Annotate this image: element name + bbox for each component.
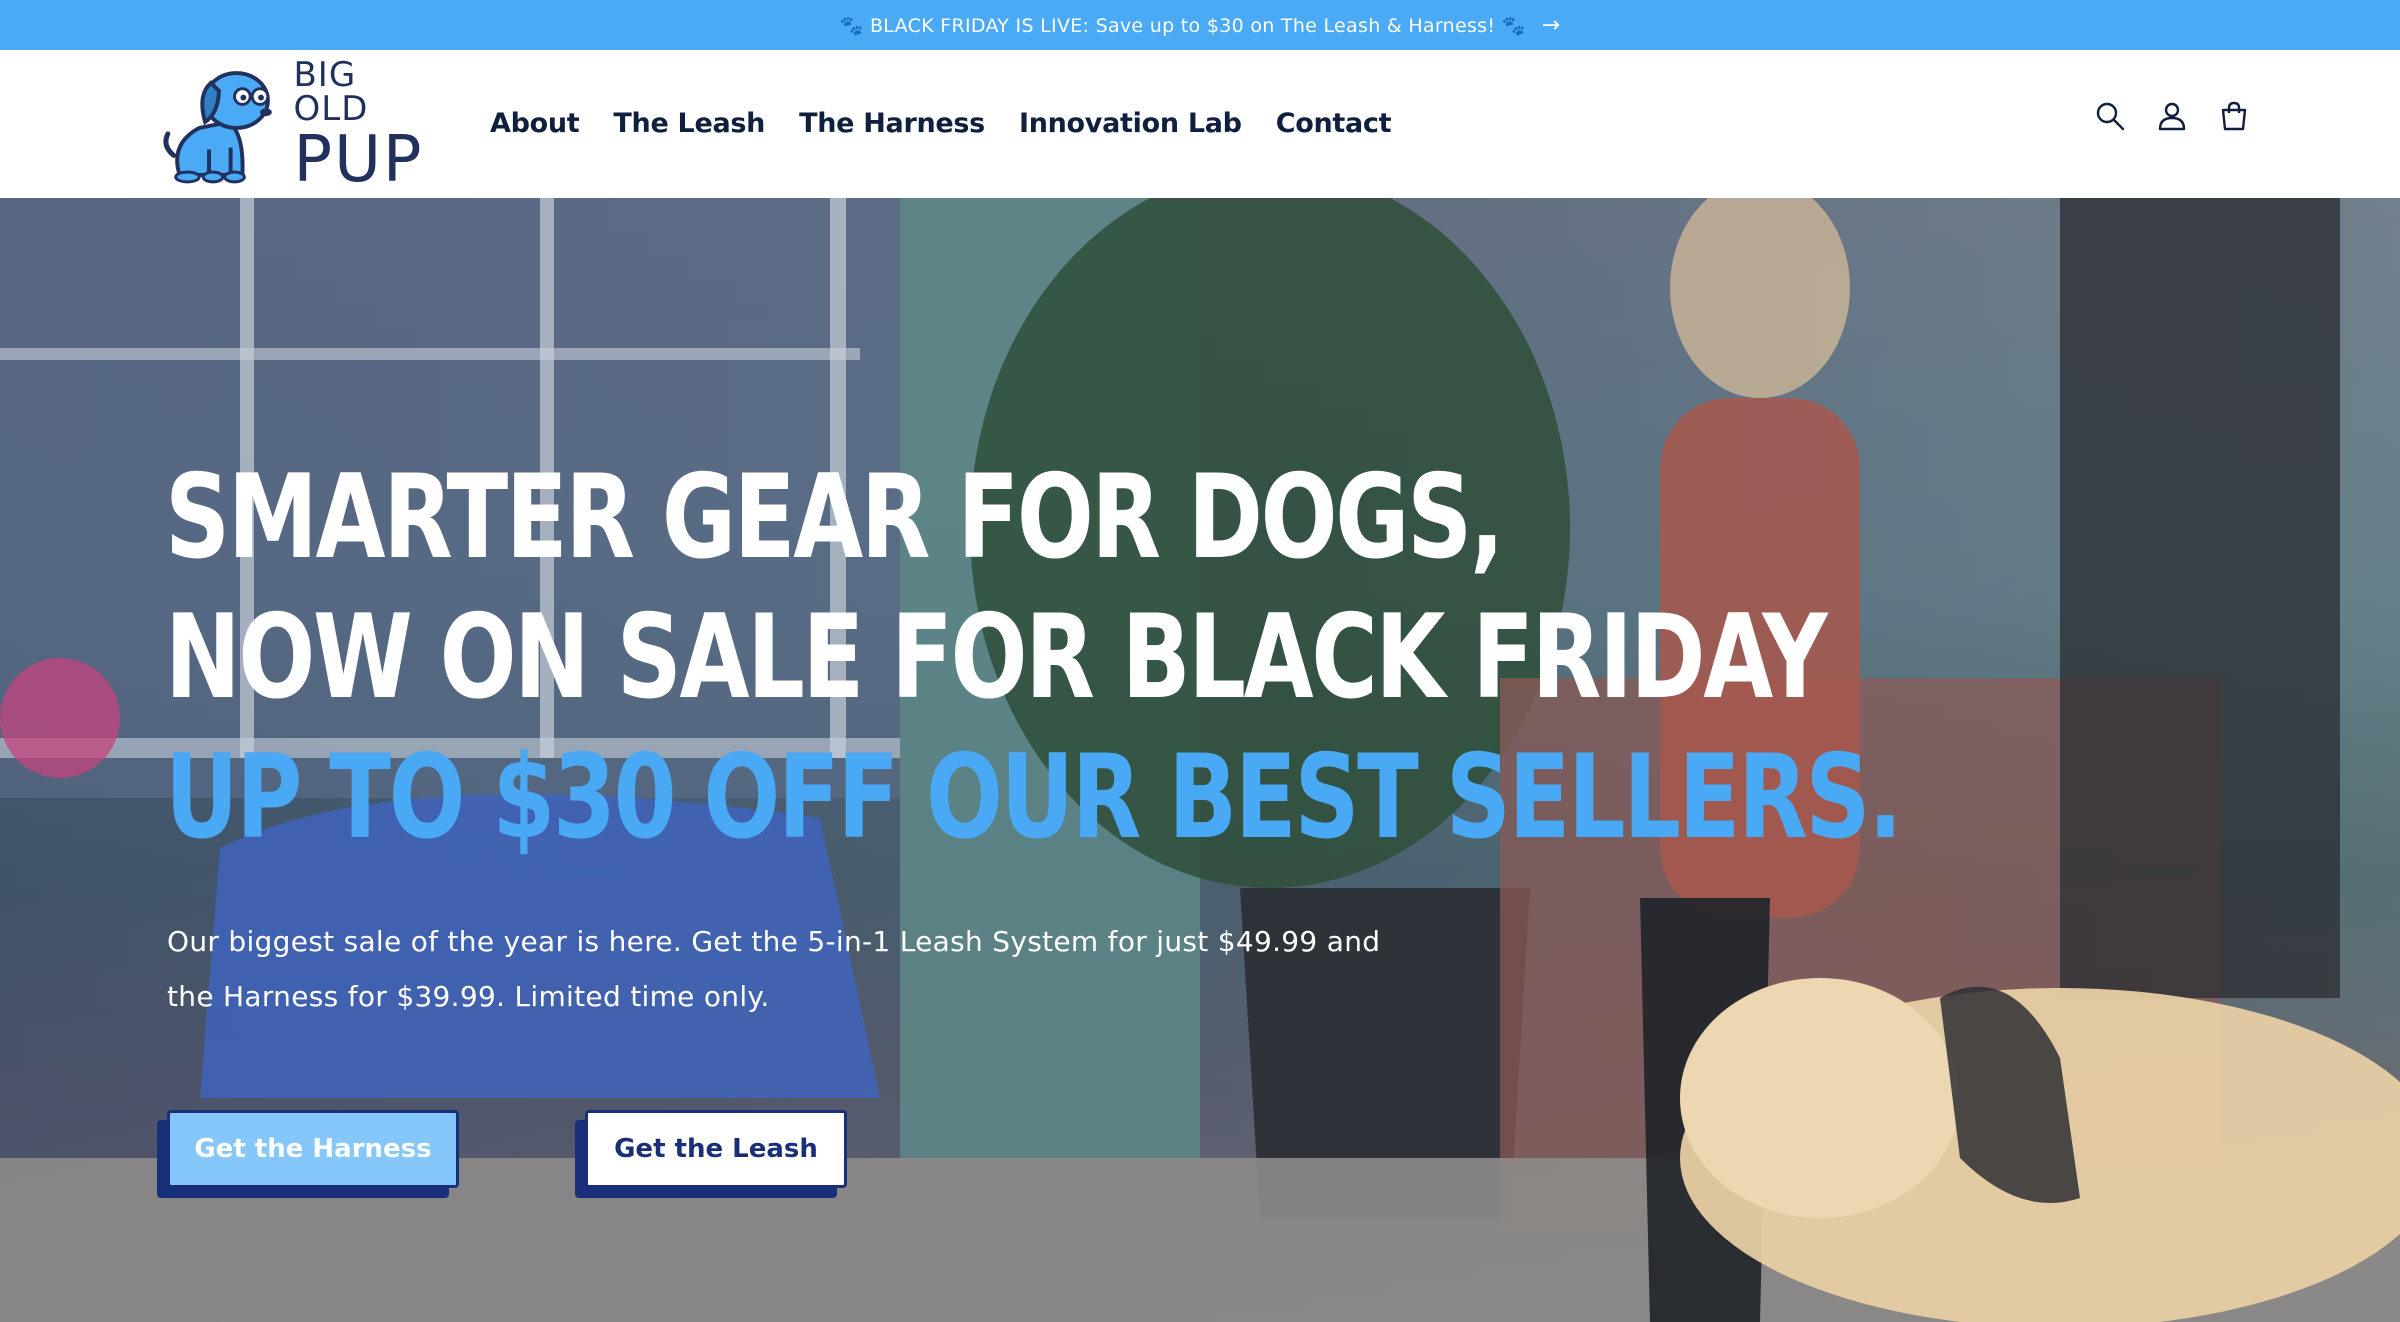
announcement-bar: 🐾 BLACK FRIDAY IS LIVE: Save up to $30 o… — [0, 0, 2400, 50]
site-header: BIG OLD PUP About The Leash The Harness … — [0, 50, 2400, 198]
nav-the-harness[interactable]: The Harness — [799, 108, 985, 139]
cart-icon[interactable] — [2218, 100, 2250, 132]
nav-contact[interactable]: Contact — [1276, 108, 1392, 139]
headline-line1: SMARTER GEAR FOR DOGS, — [165, 450, 1504, 585]
headline-line3: UP TO $30 OFF OUR BEST SELLERS. — [165, 730, 1903, 865]
logo-line2: PUP — [293, 123, 424, 197]
account-icon[interactable] — [2156, 100, 2188, 132]
nav-innovation-lab[interactable]: Innovation Lab — [1019, 108, 1242, 139]
leash-button-wrap: Get the Leash — [575, 1110, 847, 1198]
logo[interactable]: BIG OLD PUP — [160, 58, 440, 192]
header-icons — [2094, 100, 2250, 132]
main-nav: About The Leash The Harness Innovation L… — [490, 108, 1392, 139]
hero-subtext: Our biggest sale of the year is here. Ge… — [167, 925, 1381, 1013]
announcement-link[interactable]: 🐾 BLACK FRIDAY IS LIVE: Save up to $30 o… — [840, 13, 1561, 38]
search-icon[interactable] — [2094, 100, 2126, 132]
logo-line1: BIG OLD — [293, 55, 369, 129]
arrow-right-icon: → — [1541, 12, 1561, 38]
nav-about[interactable]: About — [490, 108, 580, 139]
logo-wordmark: BIG OLD PUP — [293, 58, 440, 192]
get-the-harness-button[interactable]: Get the Harness — [167, 1110, 459, 1188]
announcement-text: 🐾 BLACK FRIDAY IS LIVE: Save up to $30 o… — [839, 14, 1526, 37]
get-the-leash-button[interactable]: Get the Leash — [585, 1110, 847, 1188]
headline-line2: NOW ON SALE FOR BLACK FRIDAY — [165, 590, 1828, 725]
dog-logo-icon — [163, 71, 272, 184]
nav-the-leash[interactable]: The Leash — [613, 108, 765, 139]
hero-headline: SMARTER GEAR FOR DOGS, NOW ON SALE FOR B… — [165, 460, 2390, 880]
harness-button-wrap: Get the Harness — [157, 1110, 459, 1198]
hero-banner: SMARTER GEAR FOR DOGS, NOW ON SALE FOR B… — [0, 198, 2400, 1322]
